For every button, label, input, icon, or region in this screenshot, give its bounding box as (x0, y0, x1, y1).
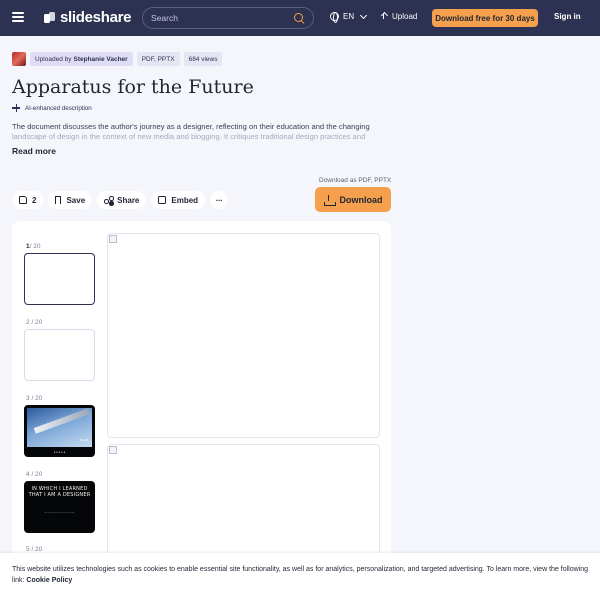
uploaded-by-chip[interactable]: Uploaded by Stephanie Vacher (30, 52, 133, 66)
language-label: EN (343, 12, 355, 21)
cookie-banner: This website utilizes technologies such … (0, 553, 600, 600)
broken-image-icon (109, 235, 117, 243)
download-free-button[interactable]: Download free for 30 days (432, 9, 538, 27)
slideshare-logo[interactable]: slideshare (44, 9, 132, 26)
download-button[interactable]: Download (315, 187, 391, 212)
slide3-caption: ● ● ● ● ● (53, 450, 66, 454)
thumb-total: / 20 (31, 471, 43, 478)
slide-thumbnail-4[interactable]: IN WHICH I LEARNED THAT I AM A DESIGNER … (24, 481, 95, 533)
thumb-total: / 20 (31, 395, 43, 402)
search-input[interactable] (151, 13, 294, 23)
save-label: Save (66, 195, 86, 205)
format-chip: PDF, PPTX (136, 52, 180, 66)
bookmark-icon (55, 196, 62, 204)
download-icon (323, 194, 336, 206)
description-faded-text: landscape of design in the context of ne… (12, 132, 366, 151)
more-options-button[interactable]: ··· (210, 191, 229, 209)
thumb-current: 4 (26, 471, 30, 478)
embed-button[interactable]: Embed (151, 191, 206, 209)
logo-icon (44, 11, 56, 24)
share-button[interactable]: Share (97, 191, 147, 209)
views-chip: 684 views (183, 52, 223, 66)
search-icon[interactable] (294, 12, 305, 24)
sign-in-link[interactable]: Sign in (554, 12, 581, 21)
uploader-name: Stephanie Vacher (73, 55, 128, 63)
save-button[interactable]: Save (48, 191, 93, 209)
document-title: Apparatus for the Future (12, 76, 254, 98)
thumbs-up-icon (19, 196, 27, 204)
uploaded-by-prefix: Uploaded by (35, 55, 72, 63)
share-label: Share (117, 195, 140, 205)
read-more-button[interactable]: Read more (12, 146, 56, 156)
document-meta: Uploaded by Stephanie Vacher PDF, PPTX 6… (12, 52, 223, 66)
upload-button[interactable]: Upload (380, 12, 417, 21)
logo-text: slideshare (60, 9, 132, 26)
thumb-current: 5 (26, 546, 30, 553)
slide-thumbnail-2[interactable] (24, 329, 95, 381)
slide4-heading: IN WHICH I LEARNED THAT I AM A DESIGNER (28, 486, 91, 498)
like-count: 2 (32, 195, 37, 205)
thumb-page-label: 3 / 20 (26, 395, 42, 402)
thumb-page-label: 5 / 20 (26, 546, 42, 553)
thumb-current: 3 (26, 395, 30, 402)
language-selector[interactable]: EN (330, 11, 368, 23)
main-slide-1[interactable] (107, 233, 380, 438)
chevron-down-icon (360, 11, 368, 19)
download-label: Download (339, 194, 383, 205)
like-button[interactable]: 2 (12, 191, 44, 209)
embed-label: Embed (171, 195, 199, 205)
main-slide-2[interactable] (107, 444, 380, 564)
download-formats-label: Download as PDF, PPTX (319, 177, 392, 184)
cookie-text: This website utilizes technologies such … (12, 566, 588, 584)
description-text: The document discusses the author's jour… (12, 122, 370, 131)
broken-image-icon (109, 446, 117, 454)
document-description: The document discusses the author's jour… (12, 122, 372, 152)
thumb-current: 2 (26, 319, 30, 326)
thumb-total: / 20 (31, 546, 43, 553)
uploader-avatar[interactable] (12, 52, 26, 66)
thumb-page-label: 2 / 20 (26, 319, 42, 326)
share-icon (104, 196, 114, 204)
ai-description-label: AI-enhanced description (12, 104, 92, 113)
slide4-subtext: — — — — — — — — — — (44, 511, 75, 514)
thumb-total: / 20 (31, 319, 43, 326)
slide3-mini-label: PLAN (80, 438, 88, 442)
slide-thumbnail-3[interactable]: PLAN ● ● ● ● ● (24, 405, 95, 457)
cookie-policy-link[interactable]: Cookie Policy (26, 577, 72, 584)
upload-label: Upload (392, 12, 418, 21)
action-bar: 2 Save Share Embed ··· (12, 191, 229, 209)
ai-label-text: AI-enhanced description (25, 105, 92, 112)
thumb-page-label: 1/ 20 (26, 243, 40, 250)
slide-thumbnail-1[interactable] (24, 253, 95, 305)
menu-icon[interactable] (12, 12, 24, 22)
cookie-notice: This website utilizes technologies such … (12, 565, 592, 586)
upload-icon (380, 12, 388, 21)
embed-icon (158, 196, 167, 204)
globe-icon (330, 12, 339, 23)
top-nav: slideshare EN Upload Download free for 3… (0, 0, 600, 36)
search-box (142, 7, 314, 29)
sparkle-icon (12, 104, 21, 113)
thumb-page-label: 4 / 20 (26, 471, 42, 478)
thumb-total: / 20 (29, 243, 41, 250)
